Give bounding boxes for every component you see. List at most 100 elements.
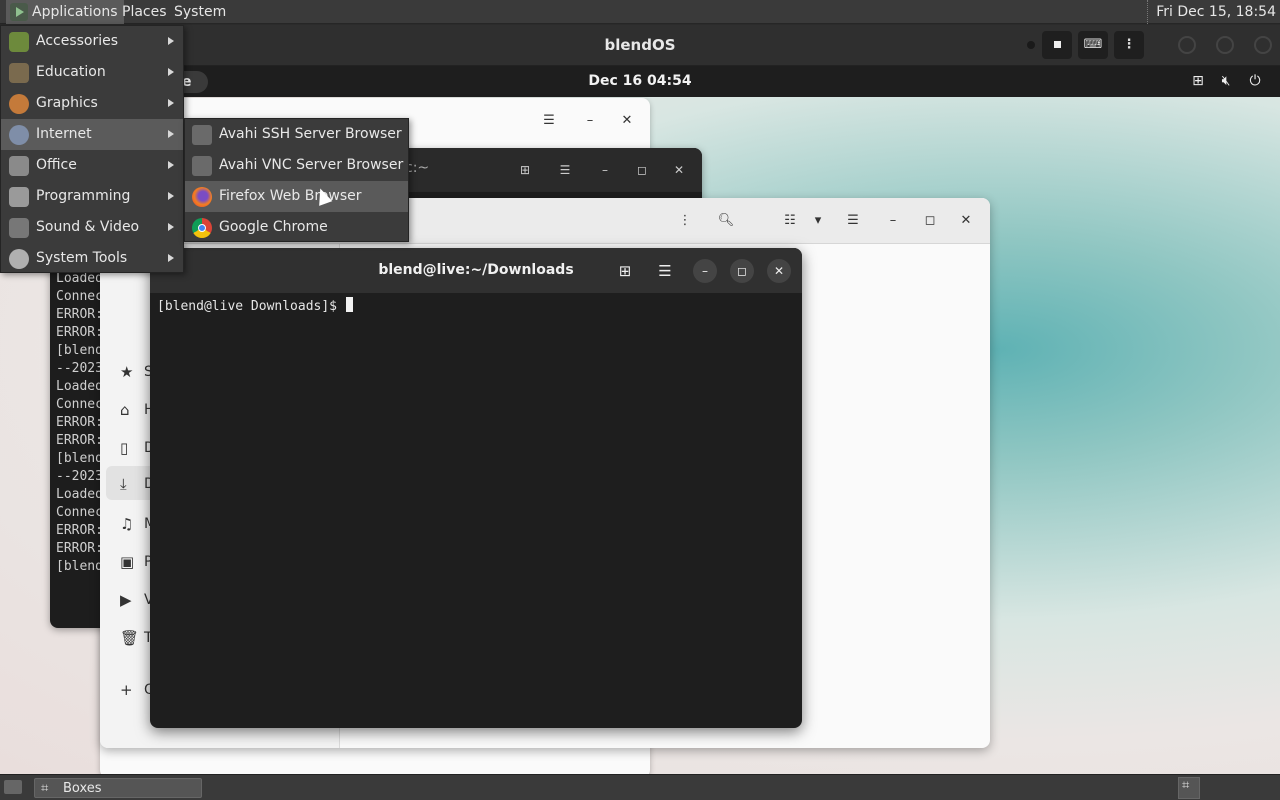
graphics-icon [9,94,29,114]
menu-item-system-tools[interactable]: System Tools [1,243,183,274]
volume-muted-icon[interactable]: 🔇︎ [1217,72,1235,90]
chrome-icon [192,218,212,238]
menu-item-programming[interactable]: Programming [1,181,183,212]
submenu-item-label: Google Chrome [219,219,328,235]
terminal-output[interactable]: [blend@live Downloads]$ [157,297,353,316]
boxes-icon: ⌗ [41,781,49,796]
submenu-item-label: Firefox Web Browser [219,188,362,204]
submenu-item-avahi-ssh[interactable]: Avahi SSH Server Browser [185,119,408,150]
avahi-vnc-icon [192,156,212,176]
office-icon [9,156,29,176]
submenu-item-avahi-vnc[interactable]: Avahi VNC Server Browser [185,150,408,181]
chrome-icon-center [198,224,206,232]
stop-icon [1053,41,1061,48]
close-icon[interactable]: ✕ [614,108,640,134]
taskbar-item-boxes[interactable]: ⌗ Boxes [34,778,202,798]
network-icon[interactable]: ⊞ [1189,72,1207,90]
system-menu-button[interactable]: System [168,0,232,24]
internet-globe-icon [9,125,29,145]
hamburger-icon[interactable]: ☰ [553,158,577,182]
menu-item-label: Programming [36,188,131,204]
menu-item-sound-video[interactable]: Sound & Video [1,212,183,243]
keyboard-icon: ⌨ [1083,37,1103,52]
menu-item-label: Sound & Video [36,219,140,235]
menu-item-label: Internet [36,126,92,142]
chevron-right-icon [168,130,174,138]
taskbar-item-label: Boxes [63,781,102,796]
stop-button[interactable] [1042,31,1072,59]
menu-item-graphics[interactable]: Graphics [1,88,183,119]
workspace-switcher[interactable]: ⌗ [1178,777,1200,799]
terminal-cursor [345,297,353,312]
menu-item-label: Office [36,157,77,173]
power-icon[interactable]: ⏻ [1246,72,1264,90]
list-view-icon[interactable]: ☷ [777,208,803,234]
document-icon[interactable]: ▯ [120,438,140,458]
maximize-icon[interactable]: ◻ [730,259,754,283]
download-icon[interactable]: ⤓ [120,474,140,494]
submenu-item-label: Avahi VNC Server Browser [219,157,404,173]
chevron-down-icon[interactable]: ▾ [805,208,831,234]
menu-item-accessories[interactable]: Accessories [1,26,183,57]
trash-icon[interactable]: 🗑︎ [120,628,140,648]
programming-icon [9,187,29,207]
applications-label: Applications [32,4,118,20]
pictures-icon[interactable]: ▣ [120,552,140,572]
menu-item-label: Accessories [36,33,119,49]
hamburger-icon[interactable]: ☰ [536,108,562,134]
applications-menu-button[interactable]: Applications [6,0,124,24]
maximize-icon[interactable]: ◻ [630,158,654,182]
submenu-item-label: Avahi SSH Server Browser [219,126,402,142]
maximize-icon[interactable]: ◻ [917,208,943,234]
chevron-right-icon [168,68,174,76]
avahi-ssh-icon [192,125,212,145]
minimize-icon[interactable]: – [593,158,617,182]
new-tab-icon[interactable]: ⊞ [513,158,537,182]
terminal-titlebar: blend@live:~/Downloads ⊞ ☰ – ◻ ✕ [150,248,802,293]
host-clock[interactable]: Fri Dec 15, 18:54 [1147,0,1276,24]
search-icon[interactable]: 🔍︎ [713,208,739,234]
kebab-menu-icon: ⋮ [1122,37,1136,52]
show-desktop-icon[interactable] [4,780,22,794]
star-icon[interactable]: ★ [120,362,140,382]
videos-icon[interactable]: ▶ [120,590,140,610]
places-menu-button[interactable]: Places [116,0,173,24]
home-icon[interactable]: ⌂ [120,400,140,420]
hamburger-icon[interactable]: ☰ [840,208,866,234]
boxes-titlebar: blendOS ⌨ ⋮ [0,25,1280,66]
plus-icon[interactable]: + [120,680,140,700]
close-button[interactable] [1254,36,1272,54]
submenu-item-firefox[interactable]: Firefox Web Browser [185,181,408,212]
chevron-right-icon [168,99,174,107]
kebab-menu-icon[interactable]: ⋮ [672,208,698,234]
menu-item-office[interactable]: Office [1,150,183,181]
minimize-icon[interactable]: – [577,108,603,134]
close-icon[interactable]: ✕ [667,158,691,182]
minimize-icon[interactable]: – [880,208,906,234]
guest-clock[interactable]: Dec 16 04:54 [0,66,1280,97]
chevron-right-icon [168,254,174,262]
menu-item-internet[interactable]: Internet [1,119,183,150]
hamburger-icon[interactable]: ☰ [653,259,677,283]
terminal-window[interactable]: blend@live:~/Downloads ⊞ ☰ – ◻ ✕ [blend@… [150,248,802,728]
menu-item-education[interactable]: Education [1,57,183,88]
menu-item-label: Graphics [36,95,98,111]
maximize-button[interactable] [1216,36,1234,54]
close-icon[interactable]: ✕ [767,259,791,283]
music-icon[interactable]: ♫ [120,514,140,534]
new-tab-icon[interactable]: ⊞ [613,259,637,283]
minimize-button[interactable] [1178,36,1196,54]
menu-button[interactable]: ⋮ [1114,31,1144,59]
submenu-item-google-chrome[interactable]: Google Chrome [185,212,408,243]
close-icon[interactable]: ✕ [953,208,979,234]
applications-dropdown: Accessories Education Graphics Internet … [0,25,184,273]
chevron-right-icon [168,223,174,231]
education-icon [9,63,29,83]
sound-video-icon [9,218,29,238]
keyboard-button[interactable]: ⌨ [1078,31,1108,59]
minimize-icon[interactable]: – [693,259,717,283]
workspace-icon: ⌗ [1182,778,1190,793]
guest-top-bar: e Dec 16 04:54 ⊞ 🔇︎ ⏻ [0,66,1280,97]
terminal-prompt: [blend@live Downloads]$ [157,299,345,314]
menu-item-label: Education [36,64,106,80]
